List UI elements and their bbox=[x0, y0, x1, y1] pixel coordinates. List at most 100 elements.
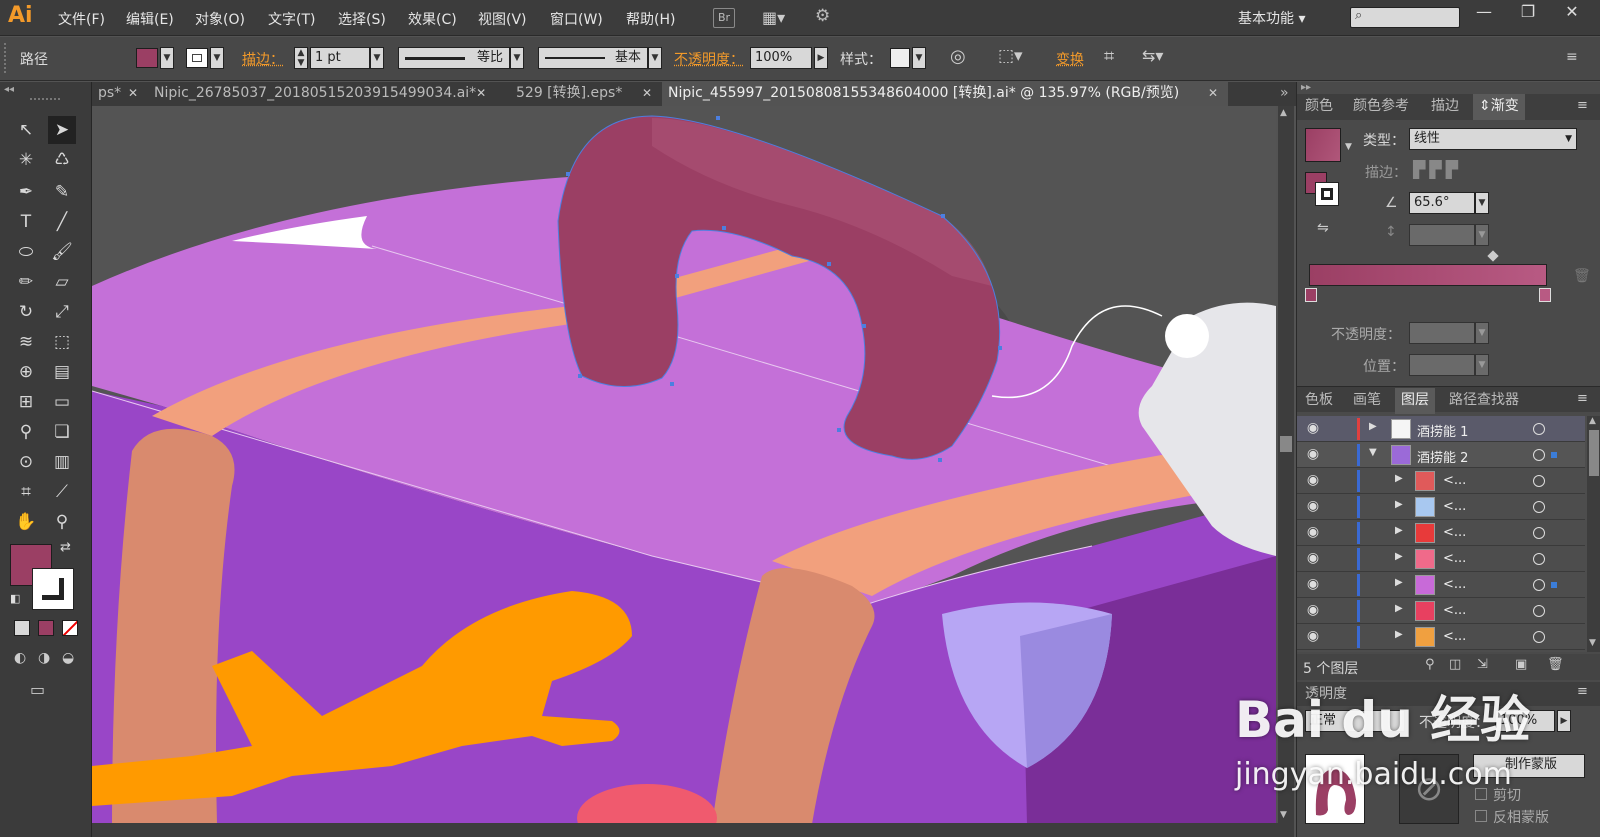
clipping-mask-icon[interactable]: ◫ bbox=[1449, 657, 1461, 672]
stop-opacity-dropdown[interactable]: ▼ bbox=[1475, 322, 1489, 344]
layer-name[interactable]: <... bbox=[1443, 577, 1466, 592]
tab-layers[interactable]: 图层 bbox=[1395, 388, 1435, 414]
layer-name[interactable]: <... bbox=[1443, 499, 1466, 514]
opacity-input[interactable]: 100% bbox=[750, 47, 812, 69]
line-tool-icon[interactable]: ╱ bbox=[48, 208, 76, 236]
align-to-icon[interactable]: ⬚▾ bbox=[998, 46, 1023, 66]
gradient-stop-left[interactable] bbox=[1305, 288, 1317, 302]
menu-type[interactable]: 文字(T) bbox=[268, 9, 315, 29]
collapse-arrow-icon[interactable]: ▶ bbox=[1395, 629, 1403, 640]
stroke-weight-dropdown[interactable]: ▼ bbox=[370, 47, 384, 69]
expand-panels-icon[interactable]: ▸▸ bbox=[1301, 82, 1311, 93]
canvas[interactable] bbox=[92, 106, 1276, 824]
eyedropper-tool-icon[interactable]: ⚲ bbox=[12, 418, 40, 446]
pen-tool-icon[interactable]: ✒ bbox=[12, 178, 40, 206]
layer-name[interactable]: <... bbox=[1443, 603, 1466, 618]
mesh-tool-icon[interactable]: ⊞ bbox=[12, 388, 40, 416]
selection-tool-icon[interactable]: ↖ bbox=[12, 116, 40, 144]
curvature-tool-icon[interactable]: ✎ bbox=[48, 178, 76, 206]
direct-selection-tool-icon[interactable]: ➤ bbox=[48, 116, 76, 144]
tab-close-icon[interactable]: ✕ bbox=[642, 82, 652, 104]
eraser-tool-icon[interactable]: ▱ bbox=[48, 268, 76, 296]
tab-document-1[interactable]: ps* ✕ bbox=[92, 82, 144, 106]
collapse-arrow-icon[interactable]: ▶ bbox=[1395, 577, 1403, 588]
visibility-eye-icon[interactable]: ◉ bbox=[1303, 498, 1323, 514]
collapse-arrow-icon[interactable]: ▶ bbox=[1369, 421, 1377, 432]
menu-select[interactable]: 选择(S) bbox=[338, 9, 386, 29]
panel-menu-icon[interactable]: ≡ bbox=[1566, 49, 1578, 65]
stroke-color-box[interactable] bbox=[32, 568, 74, 610]
perspective-grid-tool-icon[interactable]: ▤ bbox=[48, 358, 76, 386]
restore-button[interactable]: ❐ bbox=[1506, 0, 1550, 26]
draw-inside-icon[interactable]: ◒ bbox=[62, 650, 74, 666]
gradient-type-select[interactable]: 线性 ▼ bbox=[1409, 128, 1577, 150]
transparency-opacity-arrow[interactable]: ▶ bbox=[1557, 710, 1571, 732]
visibility-eye-icon[interactable]: ◉ bbox=[1303, 420, 1323, 436]
target-circle-icon[interactable] bbox=[1533, 631, 1545, 643]
scroll-down-icon[interactable]: ▼ bbox=[1589, 638, 1596, 648]
close-button[interactable]: ✕ bbox=[1550, 0, 1594, 26]
isolate-icon[interactable]: ⌗ bbox=[1104, 46, 1114, 67]
target-circle-icon[interactable] bbox=[1533, 527, 1545, 539]
brush-definition[interactable]: 基本 bbox=[538, 47, 648, 69]
tab-overflow-icon[interactable]: » bbox=[1274, 82, 1298, 106]
layer-row[interactable]: ◉ ▶ <... bbox=[1297, 624, 1585, 650]
target-circle-icon[interactable] bbox=[1533, 475, 1545, 487]
layer-row[interactable]: ◉ ▶ <... bbox=[1297, 598, 1585, 624]
graphic-style-dropdown[interactable]: ▼ bbox=[912, 47, 926, 69]
recolor-artwork-icon[interactable]: ◎ bbox=[950, 46, 966, 67]
expand-arrow-icon[interactable]: ▼ bbox=[1369, 447, 1377, 458]
free-transform-tool-icon[interactable]: ⬚ bbox=[48, 328, 76, 356]
collapse-icon[interactable]: ◂◂ bbox=[4, 84, 14, 95]
hand-tool-icon[interactable]: ✋ bbox=[12, 508, 40, 536]
collapse-arrow-icon[interactable]: ▶ bbox=[1395, 603, 1403, 614]
visibility-eye-icon[interactable]: ◉ bbox=[1303, 576, 1323, 592]
layer-row[interactable]: ◉ ▶ <... bbox=[1297, 572, 1585, 598]
collapse-arrow-icon[interactable]: ▶ bbox=[1395, 473, 1403, 484]
layer-name[interactable]: <... bbox=[1443, 525, 1466, 540]
symbol-sprayer-tool-icon[interactable]: ⊙ bbox=[12, 448, 40, 476]
artboard-tool-icon[interactable]: ⌗ bbox=[12, 478, 40, 506]
layer-row[interactable]: ◉ ▶ <... bbox=[1297, 520, 1585, 546]
default-colors-icon[interactable]: ◧ bbox=[10, 592, 20, 605]
visibility-eye-icon[interactable]: ◉ bbox=[1303, 602, 1323, 618]
aspect-ratio-input[interactable] bbox=[1409, 224, 1475, 246]
tab-brushes[interactable]: 画笔 bbox=[1347, 388, 1387, 414]
gpu-performance-icon[interactable]: ⚙ bbox=[815, 6, 843, 28]
grip-handle[interactable] bbox=[4, 43, 7, 73]
scroll-thumb[interactable] bbox=[1589, 430, 1599, 476]
horizontal-scrollbar[interactable] bbox=[92, 823, 1294, 837]
type-tool-icon[interactable]: T bbox=[12, 208, 40, 236]
new-layer-icon[interactable]: ▣ bbox=[1515, 657, 1527, 672]
layer-name[interactable]: 酒捞能 2 bbox=[1417, 447, 1468, 466]
draw-normal-icon[interactable]: ◐ bbox=[14, 650, 26, 666]
panel-menu-icon[interactable]: ≡ bbox=[1577, 684, 1588, 699]
delete-stop-icon[interactable]: 🗑 bbox=[1573, 268, 1591, 284]
gradient-angle-dropdown[interactable]: ▼ bbox=[1475, 192, 1489, 214]
tab-pathfinder[interactable]: 路径查找器 bbox=[1443, 388, 1525, 414]
scroll-up-icon[interactable]: ▲ bbox=[1589, 416, 1596, 426]
stroke-weight-stepper[interactable]: ▲ ▼ bbox=[294, 47, 308, 69]
bridge-icon[interactable]: Br bbox=[713, 8, 735, 28]
visibility-eye-icon[interactable]: ◉ bbox=[1303, 628, 1323, 644]
gradient-angle-input[interactable]: 65.6° bbox=[1409, 192, 1475, 214]
swap-colors-icon[interactable]: ⇄ bbox=[60, 540, 71, 555]
lasso-tool-icon[interactable]: ♺ bbox=[48, 146, 76, 174]
opacity-slider-arrow[interactable]: ▶ bbox=[814, 47, 828, 69]
menu-file[interactable]: 文件(F) bbox=[58, 9, 105, 29]
tab-document-active[interactable]: Nipic_455997_20150808155348604000 [转换].a… bbox=[662, 82, 1228, 106]
options-icon[interactable]: ⇆▾ bbox=[1142, 46, 1163, 65]
gradient-preview-swatch[interactable] bbox=[1305, 128, 1341, 162]
menu-help[interactable]: 帮助(H) bbox=[626, 9, 675, 29]
target-circle-icon[interactable] bbox=[1533, 501, 1545, 513]
gradient-stop-right[interactable] bbox=[1539, 288, 1551, 302]
locate-object-icon[interactable]: ⚲ bbox=[1425, 657, 1435, 672]
arrange-documents-icon[interactable]: ▦▾ bbox=[762, 8, 796, 28]
tab-close-icon[interactable]: ✕ bbox=[128, 82, 138, 104]
gradient-stroke-box[interactable] bbox=[1315, 182, 1339, 206]
opacity-label[interactable]: 不透明度： bbox=[674, 49, 744, 69]
gradient-preview-dropdown[interactable]: ▼ bbox=[1345, 142, 1352, 152]
tab-gradient[interactable]: ⇕渐变 bbox=[1473, 94, 1525, 120]
visibility-eye-icon[interactable]: ◉ bbox=[1303, 524, 1323, 540]
blend-tool-icon[interactable]: ❏ bbox=[48, 418, 76, 446]
